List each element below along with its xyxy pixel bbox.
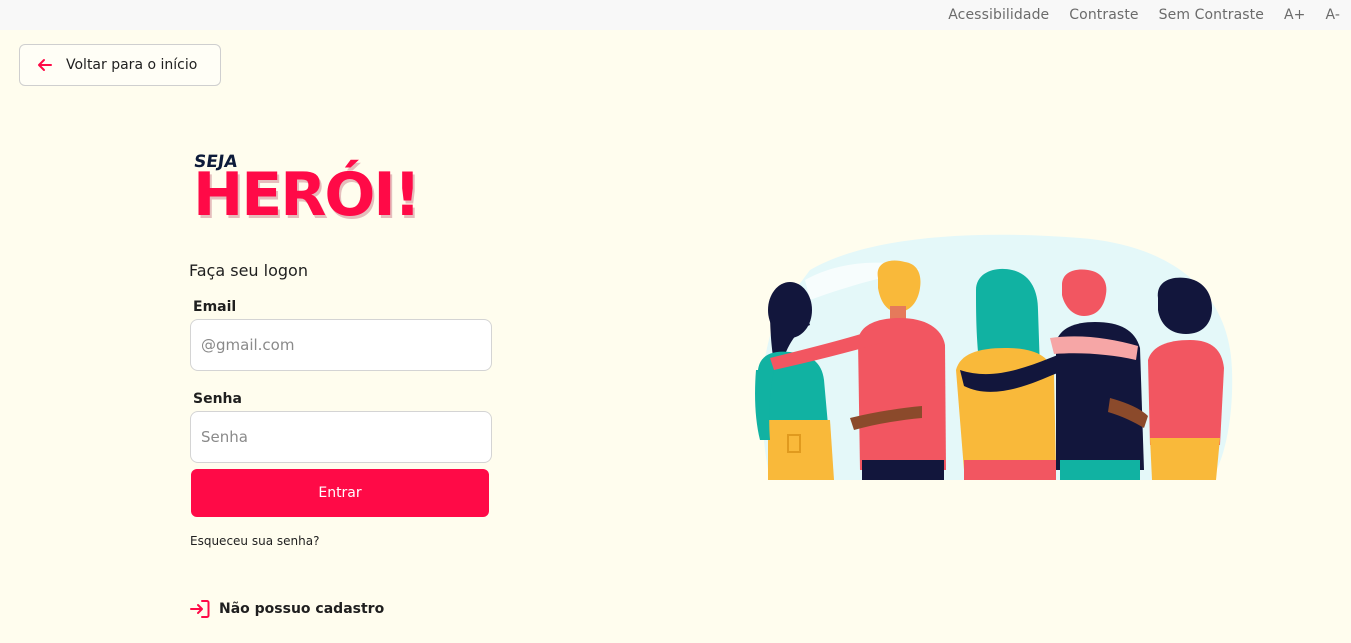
login-submit-button[interactable]: Entrar bbox=[191, 469, 489, 517]
password-label: Senha bbox=[193, 391, 242, 407]
register-label: Não possuo cadastro bbox=[219, 601, 385, 617]
password-field[interactable] bbox=[190, 411, 492, 463]
accessibility-link[interactable]: Acessibilidade bbox=[948, 7, 1049, 23]
email-label: Email bbox=[193, 299, 237, 315]
font-decrease-link[interactable]: A- bbox=[1325, 7, 1340, 23]
forgot-password-link[interactable]: Esqueceu sua senha? bbox=[190, 534, 319, 548]
back-button-label: Voltar para o início bbox=[66, 57, 198, 73]
accessibility-bar: Acessibilidade Contraste Sem Contraste A… bbox=[0, 0, 1351, 30]
seja-heroi-logo: SEJA HERÓI! bbox=[193, 152, 425, 232]
login-subtitle: Faça seu logon bbox=[189, 261, 308, 280]
log-in-icon bbox=[189, 598, 211, 620]
arrow-left-icon bbox=[36, 56, 54, 74]
friends-hugging-illustration bbox=[750, 230, 1240, 488]
font-increase-link[interactable]: A+ bbox=[1284, 7, 1306, 23]
register-link[interactable]: Não possuo cadastro bbox=[189, 598, 384, 620]
back-to-home-button[interactable]: Voltar para o início bbox=[19, 44, 221, 86]
logo-heroi-text: HERÓI! bbox=[193, 160, 421, 230]
contrast-link[interactable]: Contraste bbox=[1069, 7, 1138, 23]
email-field[interactable] bbox=[190, 319, 492, 371]
no-contrast-link[interactable]: Sem Contraste bbox=[1159, 7, 1264, 23]
